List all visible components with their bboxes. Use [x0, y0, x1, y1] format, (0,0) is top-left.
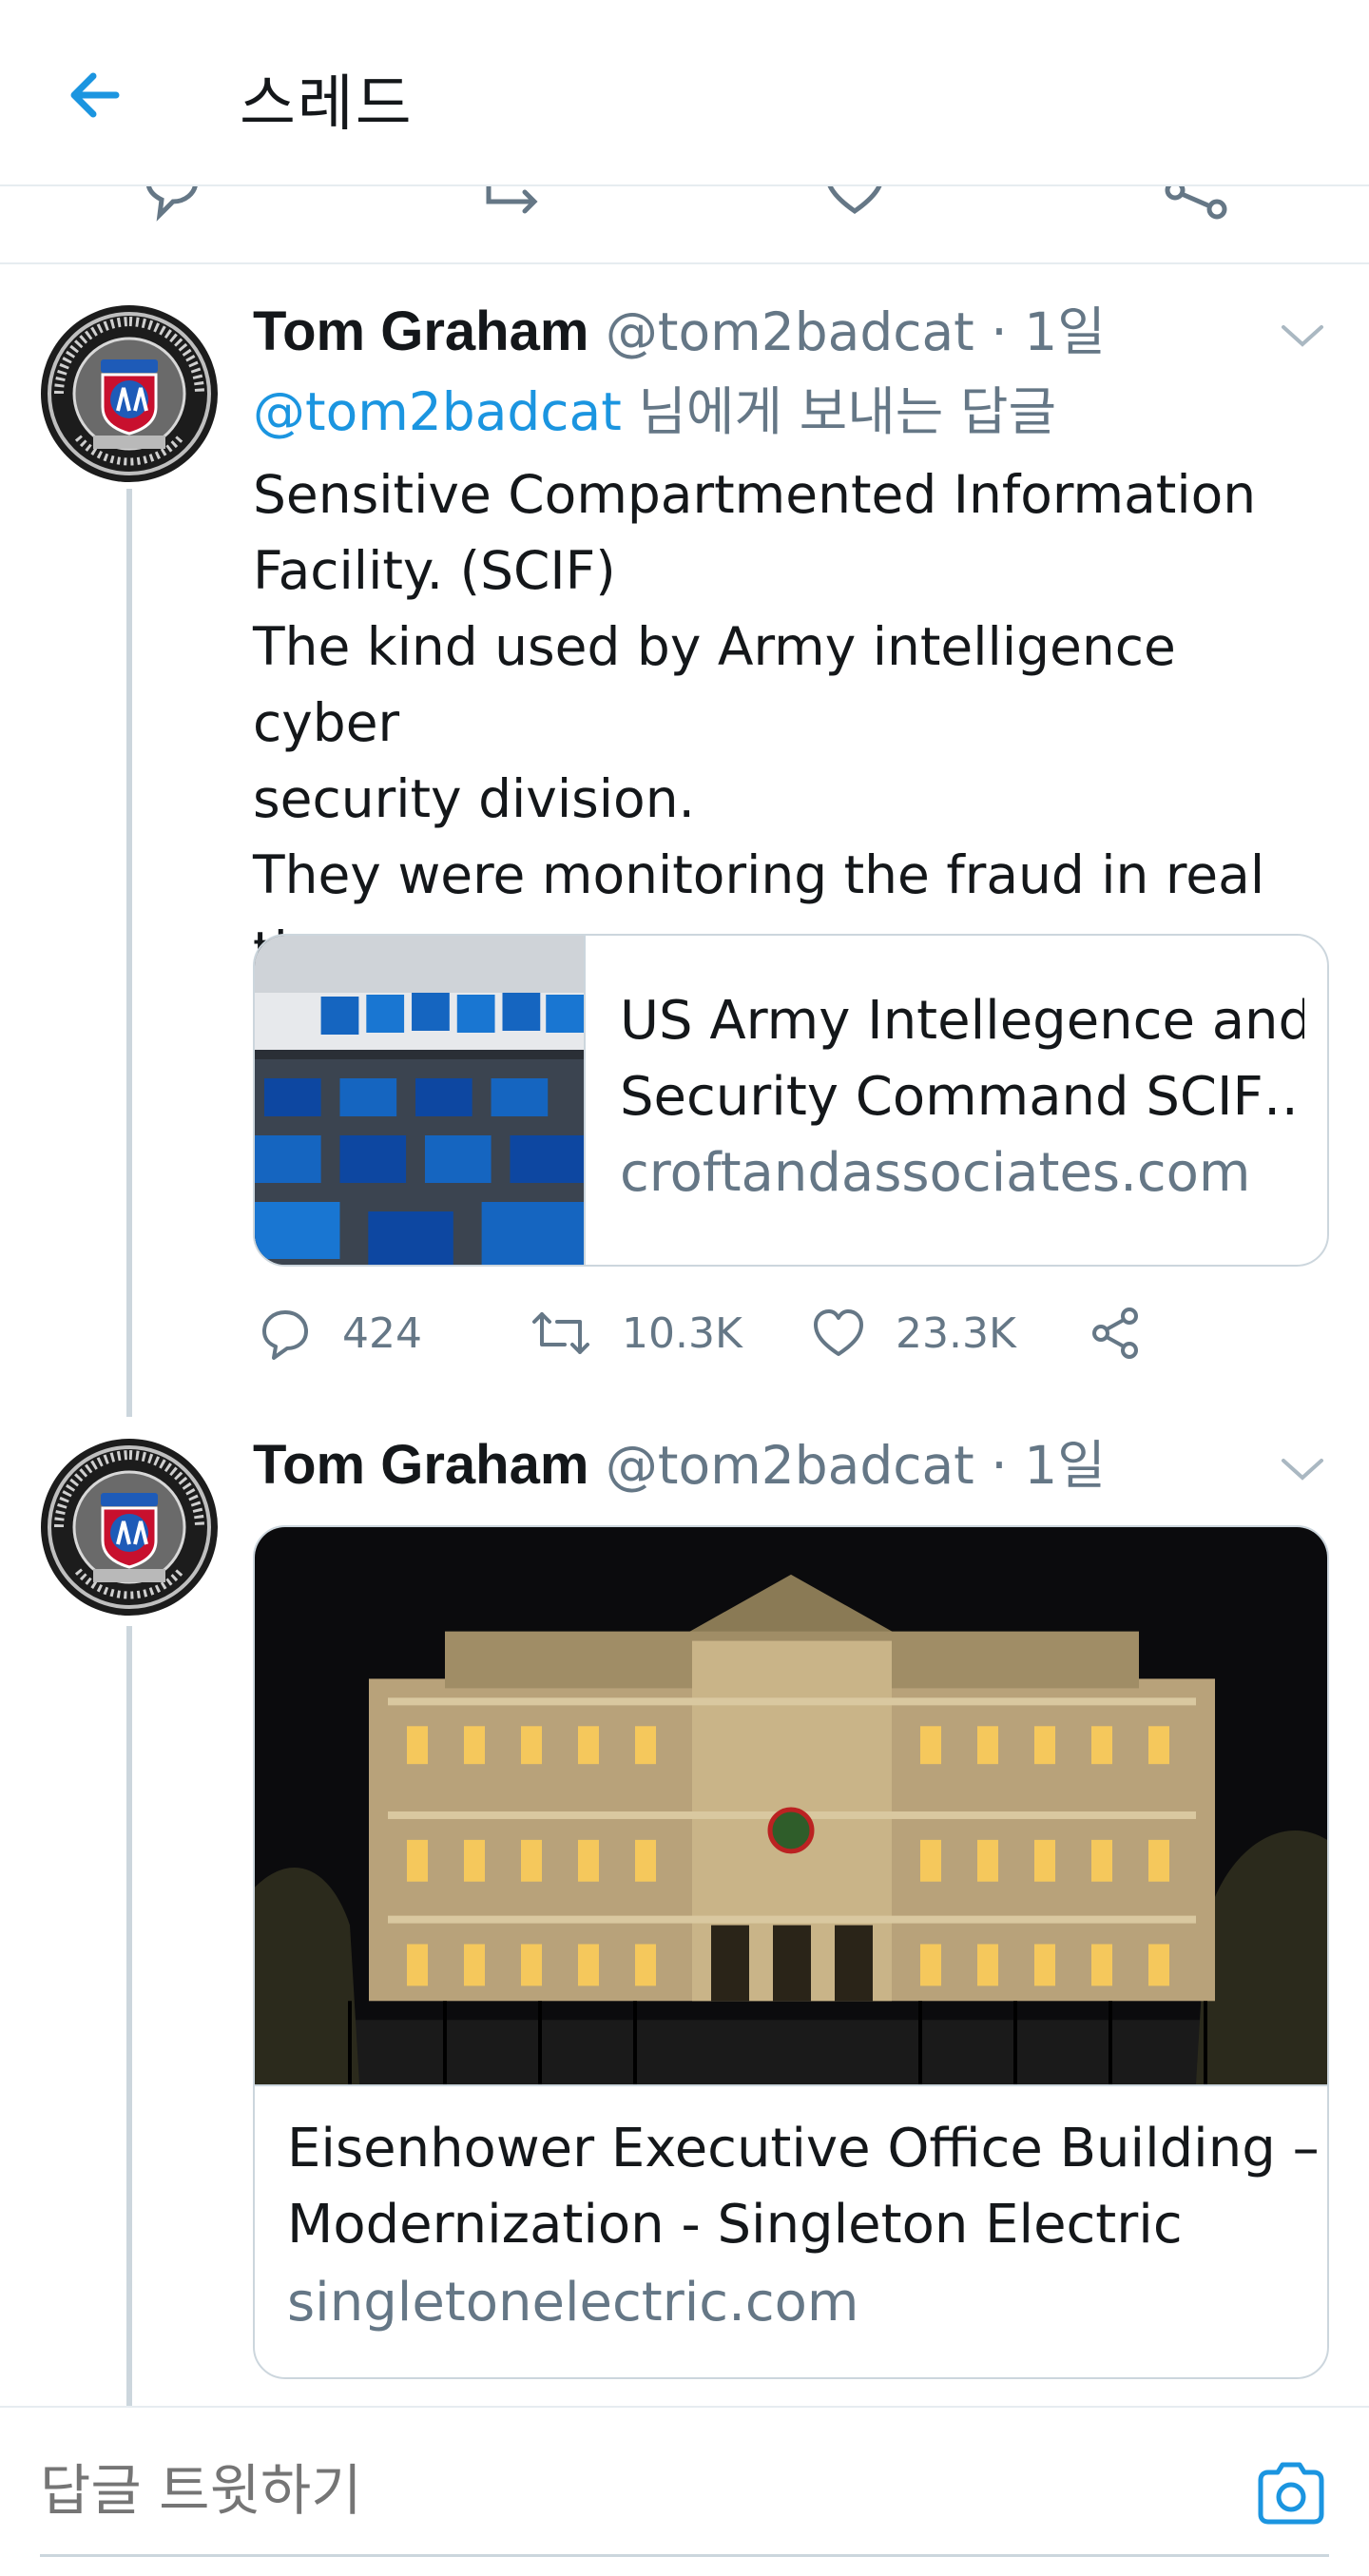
scif-room-thumbnail — [255, 936, 586, 1265]
composer-underline — [40, 2554, 1329, 2557]
tweet[interactable]: Tom Graham @tom2badcat · 1일 @tom2badcat … — [0, 285, 1369, 1417]
eisenhower-building-photo — [255, 1527, 1327, 2086]
link-card-domain: singletonelectric.com — [287, 2272, 859, 2334]
link-card-title-line: US Army Intellegence and — [620, 990, 1304, 1052]
reply-icon — [262, 1310, 308, 1360]
retweet-icon — [532, 1312, 589, 1354]
author-name[interactable]: Tom Graham — [253, 300, 588, 362]
tweet-text: Sensitive Compartmented Information Faci… — [253, 464, 1265, 981]
tweet-time[interactable]: 1일 — [1024, 1435, 1106, 1496]
like-icon[interactable] — [823, 186, 886, 230]
link-card-title-line: Eisenhower Executive Office Building – — [287, 2118, 1320, 2179]
like-count: 23.3K — [896, 1308, 1016, 1358]
tweet-time[interactable]: 1일 — [1024, 301, 1106, 362]
airborne-division-coin-image — [41, 1439, 218, 1616]
link-card[interactable]: US Army Intellegence and Security Comman… — [253, 934, 1329, 1267]
link-card-domain: croftandassociates.com — [620, 1142, 1251, 1204]
share-icon[interactable] — [1162, 186, 1230, 230]
app-bar: 스레드 — [0, 0, 1369, 186]
thread-line — [126, 1626, 132, 2406]
tweet[interactable]: Tom Graham @tom2badcat · 1일 Eisenhower E… — [0, 1426, 1369, 2406]
back-button[interactable] — [49, 49, 141, 141]
reply-suffix: 님에게 보내는 답글 — [621, 381, 1057, 442]
link-card-title-line: Security Command SCIF… — [620, 1066, 1304, 1128]
tweet-header: Tom Graham @tom2badcat · 1일 — [253, 299, 1106, 365]
retweet-button[interactable]: 10.3K — [530, 1295, 742, 1371]
reply-button[interactable]: 424 — [259, 1295, 422, 1371]
reply-composer — [0, 2406, 1369, 2576]
link-card-title: US Army Intellegence and Security Comman… — [620, 983, 1304, 1135]
separator: · — [991, 1435, 1008, 1496]
reply-context: @tom2badcat 님에게 보내는 답글 — [253, 378, 1056, 445]
airborne-division-coin-image — [41, 305, 218, 482]
author-handle[interactable]: @tom2badcat — [606, 301, 974, 362]
chevron-down-icon[interactable] — [1274, 306, 1331, 363]
separator: · — [991, 301, 1008, 362]
retweet-count: 10.3K — [622, 1308, 742, 1358]
chevron-down-icon[interactable] — [1274, 1440, 1331, 1497]
retweet-icon[interactable] — [483, 186, 551, 230]
heart-icon — [814, 1309, 863, 1356]
author-name[interactable]: Tom Graham — [253, 1434, 588, 1496]
thread-line — [126, 489, 132, 1417]
avatar[interactable] — [40, 1438, 219, 1617]
share-icon — [1092, 1307, 1138, 1359]
share-button[interactable] — [1089, 1295, 1173, 1371]
reply-count: 424 — [342, 1308, 422, 1358]
reply-input[interactable] — [40, 2448, 1228, 2533]
camera-icon — [1258, 2462, 1324, 2525]
camera-button[interactable] — [1253, 2455, 1329, 2531]
arrow-left-icon — [70, 72, 120, 118]
tweet-actions: 424 10.3K 23.3K — [253, 1295, 1204, 1371]
reply-mention[interactable]: @tom2badcat — [253, 381, 622, 442]
avatar[interactable] — [40, 304, 219, 483]
link-card[interactable]: Eisenhower Executive Office Building – M… — [253, 1525, 1329, 2379]
author-handle[interactable]: @tom2badcat — [606, 1435, 974, 1496]
link-card-title: Eisenhower Executive Office Building – M… — [287, 2111, 1320, 2263]
reply-icon[interactable] — [141, 186, 202, 230]
tweet-header: Tom Graham @tom2badcat · 1일 — [253, 1432, 1106, 1499]
page-title: 스레드 — [240, 69, 414, 140]
like-button[interactable]: 23.3K — [812, 1295, 1016, 1371]
previous-tweet-actions — [0, 186, 1369, 264]
link-card-title-line: Modernization - Singleton Electric — [287, 2194, 1183, 2256]
